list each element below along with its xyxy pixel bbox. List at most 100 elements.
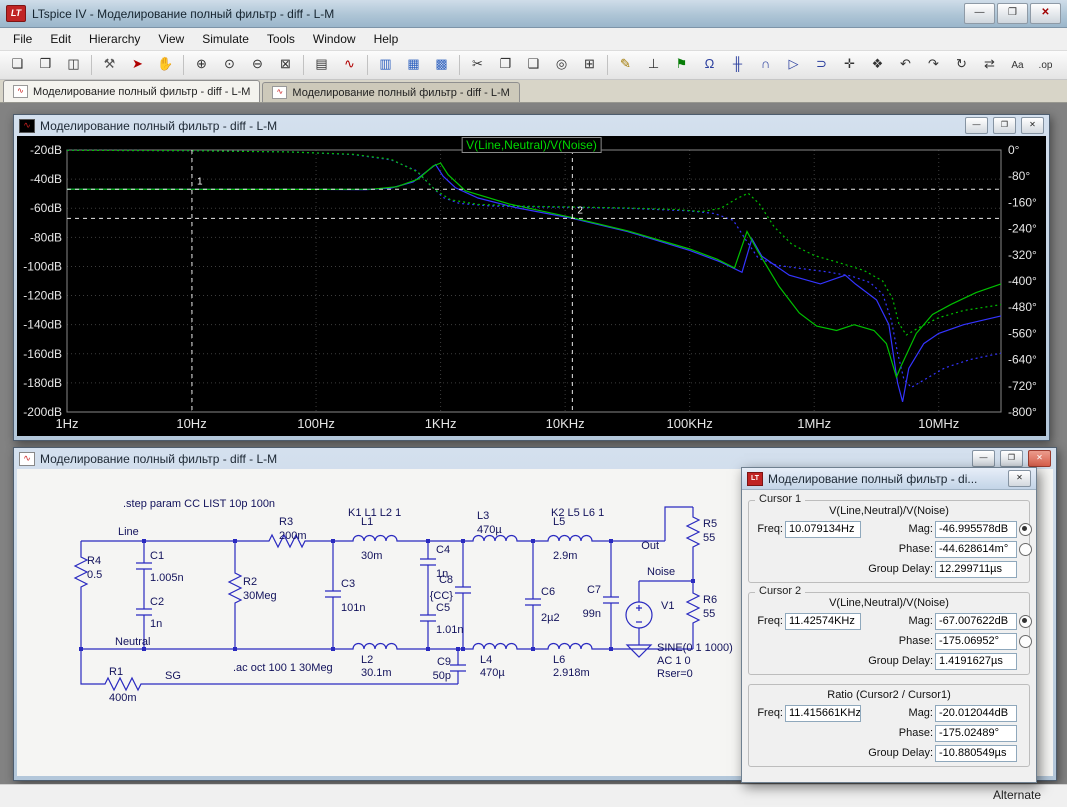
ratio-freq-value[interactable]: 11.415661KHz — [785, 705, 861, 722]
tile-horizontally-button[interactable]: ▦ — [400, 52, 427, 78]
C6-name[interactable]: C6 — [541, 586, 555, 598]
schematic-minimize-button[interactable]: — — [972, 450, 995, 467]
waveform-plot[interactable]: -20dB -40dB -60dB -80dB -100dB -120dB -140dB -1… — [17, 136, 1046, 436]
cursor2-group-delay-value[interactable]: 1.4191627µs — [935, 653, 1017, 670]
component-L3[interactable] — [467, 536, 523, 542]
cursor2-phase-radio[interactable] — [1019, 635, 1032, 648]
menu-hierarchy[interactable]: Hierarchy — [80, 29, 149, 49]
left-axis-tick[interactable]: -60dB — [30, 201, 62, 215]
ratio-phase-value[interactable]: -175.02489° — [935, 725, 1017, 742]
V1-value-rser[interactable]: Rser=0 — [657, 668, 693, 680]
tab-2[interactable]: ∿Моделирование полный фильтр - diff - L-… — [262, 82, 519, 102]
schematic-window-titlebar[interactable]: ∿ Моделирование полный фильтр - diff - L… — [14, 448, 1056, 469]
L4-value[interactable]: 470µ — [480, 667, 505, 679]
L4-name[interactable]: L4 — [480, 654, 492, 666]
left-axis-tick[interactable]: -40dB — [30, 172, 62, 186]
x-axis-tick[interactable]: 1Hz — [55, 416, 78, 431]
C5-name[interactable]: C5 — [436, 602, 450, 614]
waveform-restore-button[interactable]: ❐ — [993, 117, 1016, 134]
cursor1-group-delay-value[interactable]: 12.299711µs — [935, 561, 1017, 578]
menu-tools[interactable]: Tools — [258, 29, 304, 49]
ratio-mag-value[interactable]: -20.012044dB — [935, 705, 1017, 722]
right-axis-tick[interactable]: -640° — [1008, 353, 1037, 367]
halt-button[interactable]: ✋ — [152, 52, 179, 78]
left-axis-tick[interactable]: -120dB — [23, 289, 62, 303]
right-axis-tick[interactable]: -800° — [1008, 405, 1037, 419]
waveform-window-titlebar[interactable]: ∿ Моделирование полный фильтр - diff - L… — [14, 115, 1049, 136]
cursor2-phase-value[interactable]: -175.06952° — [935, 633, 1017, 650]
V1-value-sine[interactable]: SINE(0 1 1000) — [657, 642, 733, 654]
tile-vertically-button[interactable]: ▥ — [372, 52, 399, 78]
zoom-out-button[interactable]: ⊖ — [244, 52, 271, 78]
left-axis-tick[interactable]: -80dB — [30, 230, 62, 244]
component-C9[interactable] — [450, 649, 466, 684]
right-axis-tick[interactable]: -320° — [1008, 248, 1037, 262]
component-R5[interactable] — [687, 507, 699, 581]
tab-1[interactable]: ∿Моделирование полный фильтр - diff - L-… — [3, 80, 260, 102]
copy-button[interactable]: ❐ — [492, 52, 519, 78]
L1-value[interactable]: 30m — [361, 550, 382, 562]
wire-button[interactable]: ✎ — [612, 52, 639, 78]
x-axis-tick[interactable]: 10KHz — [546, 416, 585, 431]
paste-button[interactable]: ❑ — [520, 52, 547, 78]
K1-directive[interactable]: K1 L1 L2 1 — [348, 507, 401, 519]
print-button[interactable]: ⊞ — [576, 52, 603, 78]
left-axis-tick[interactable]: -20dB — [30, 143, 62, 157]
drag-button[interactable]: ❖ — [864, 52, 891, 78]
inductor-button[interactable]: ∩ — [752, 52, 779, 78]
right-axis-tick[interactable]: -480° — [1008, 300, 1037, 314]
L3-name[interactable]: L3 — [477, 510, 489, 522]
net-label-noise[interactable]: Noise — [647, 566, 675, 578]
left-axis-tick[interactable]: -100dB — [23, 259, 62, 273]
C1-name[interactable]: C1 — [150, 550, 164, 562]
R6-value[interactable]: 55 — [703, 608, 715, 620]
menu-edit[interactable]: Edit — [41, 29, 80, 49]
spice-netlist-button[interactable]: ▤ — [308, 52, 335, 78]
net-label-sg[interactable]: SG — [165, 670, 181, 682]
control-panel-button[interactable]: ⚒ — [96, 52, 123, 78]
run-button[interactable]: ➤ — [124, 52, 151, 78]
R3-value[interactable]: 200m — [279, 530, 307, 542]
net-label-line[interactable]: Line — [118, 526, 139, 538]
mirror-button[interactable]: ⇄ — [976, 52, 1003, 78]
component-L1[interactable] — [347, 536, 403, 542]
zoom-extents-button[interactable]: ⊠ — [272, 52, 299, 78]
ground-button[interactable]: ⊥ — [640, 52, 667, 78]
find-button[interactable]: ◎ — [548, 52, 575, 78]
waveform-close-button[interactable]: ✕ — [1021, 117, 1044, 134]
L5-name[interactable]: L5 — [553, 516, 565, 528]
schematic-close-button[interactable]: ✕ — [1028, 450, 1051, 467]
move-button[interactable]: ✛ — [836, 52, 863, 78]
left-axis-tick[interactable]: -140dB — [23, 318, 62, 332]
cursor1-phase-value[interactable]: -44.628614m° — [935, 541, 1017, 558]
R4-name[interactable]: R4 — [87, 555, 101, 567]
menu-window[interactable]: Window — [304, 29, 365, 49]
diode-button[interactable]: ▷ — [780, 52, 807, 78]
component-R1[interactable] — [97, 678, 145, 690]
x-axis-tick[interactable]: 10Hz — [176, 416, 206, 431]
cursor-dialog-titlebar[interactable]: LT Моделирование полный фильтр - di... ✕ — [742, 468, 1036, 490]
ground-icon[interactable] — [627, 645, 651, 657]
right-axis-tick[interactable]: 0° — [1008, 143, 1020, 157]
x-axis-tick[interactable]: 100Hz — [297, 416, 335, 431]
C9-name[interactable]: C9 — [437, 656, 451, 668]
net-label-neutral[interactable]: Neutral — [115, 636, 150, 648]
menu-view[interactable]: View — [149, 29, 193, 49]
component-R6[interactable] — [687, 581, 699, 649]
R1-value[interactable]: 400m — [109, 692, 137, 704]
C7-name[interactable]: C7 — [587, 584, 601, 596]
left-axis-tick[interactable]: -180dB — [23, 376, 62, 390]
C3-name[interactable]: C3 — [341, 578, 355, 590]
R3-name[interactable]: R3 — [279, 516, 293, 528]
spice-directive-button[interactable]: .op — [1032, 52, 1059, 78]
new-schematic-button[interactable]: ❏ — [4, 52, 31, 78]
R6-name[interactable]: R6 — [703, 594, 717, 606]
cursor1-freq-value[interactable]: 10.079134Hz — [785, 521, 861, 538]
left-axis-tick[interactable]: -160dB — [23, 347, 62, 361]
component-C4[interactable] — [420, 541, 436, 615]
component-L6[interactable] — [542, 644, 598, 650]
waveform-plot-pane[interactable]: -20dB -40dB -60dB -80dB -100dB -120dB -140dB -1… — [17, 136, 1046, 436]
component-button[interactable]: ⊃ — [808, 52, 835, 78]
ratio-group-delay-value[interactable]: -10.880549µs — [935, 745, 1017, 762]
cascade-windows-button[interactable]: ▩ — [428, 52, 455, 78]
